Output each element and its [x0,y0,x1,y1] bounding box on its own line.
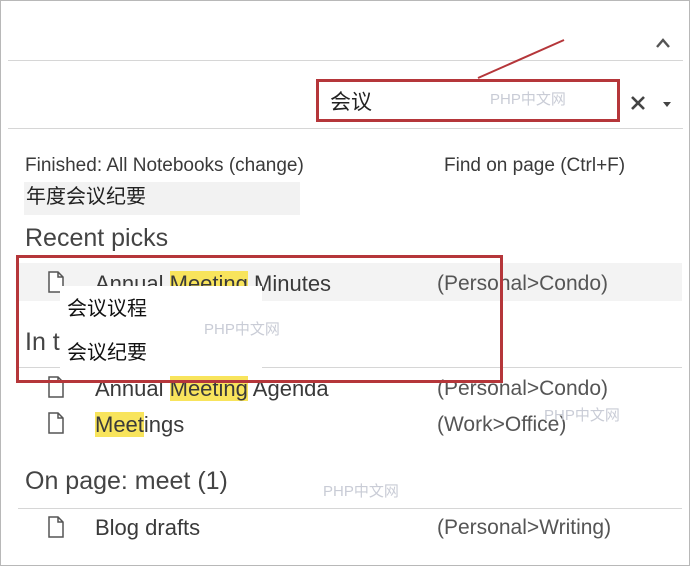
watermark: PHP中文网 [544,407,620,424]
page-icon [48,516,64,538]
page-location: (Personal>Writing) [437,516,612,539]
chevron-up-icon[interactable] [655,37,671,49]
annotation-box-results [16,255,503,383]
caret-down-icon[interactable] [662,101,672,109]
page-icon [48,412,64,434]
watermark: PHP中文网 [323,483,399,500]
annotation-box-search [316,79,620,122]
recent-picks-header: Recent picks [25,224,169,252]
find-on-page-link[interactable]: Find on page (Ctrl+F) [444,155,625,177]
on-page-header: On page: meet (1) [25,467,228,495]
search-status[interactable]: Finished: All Notebooks (change) [25,155,304,177]
title-part: ings [143,412,185,437]
page-title[interactable]: Blog drafts [95,515,200,541]
page-title[interactable]: Meetings [95,412,184,438]
title-highlight: Meet [95,412,144,437]
close-icon[interactable] [630,95,646,111]
top-divider [8,60,683,61]
suggestion-item[interactable]: 年度会议纪要 [24,182,300,215]
section-divider [18,508,682,509]
search-divider [8,128,683,129]
